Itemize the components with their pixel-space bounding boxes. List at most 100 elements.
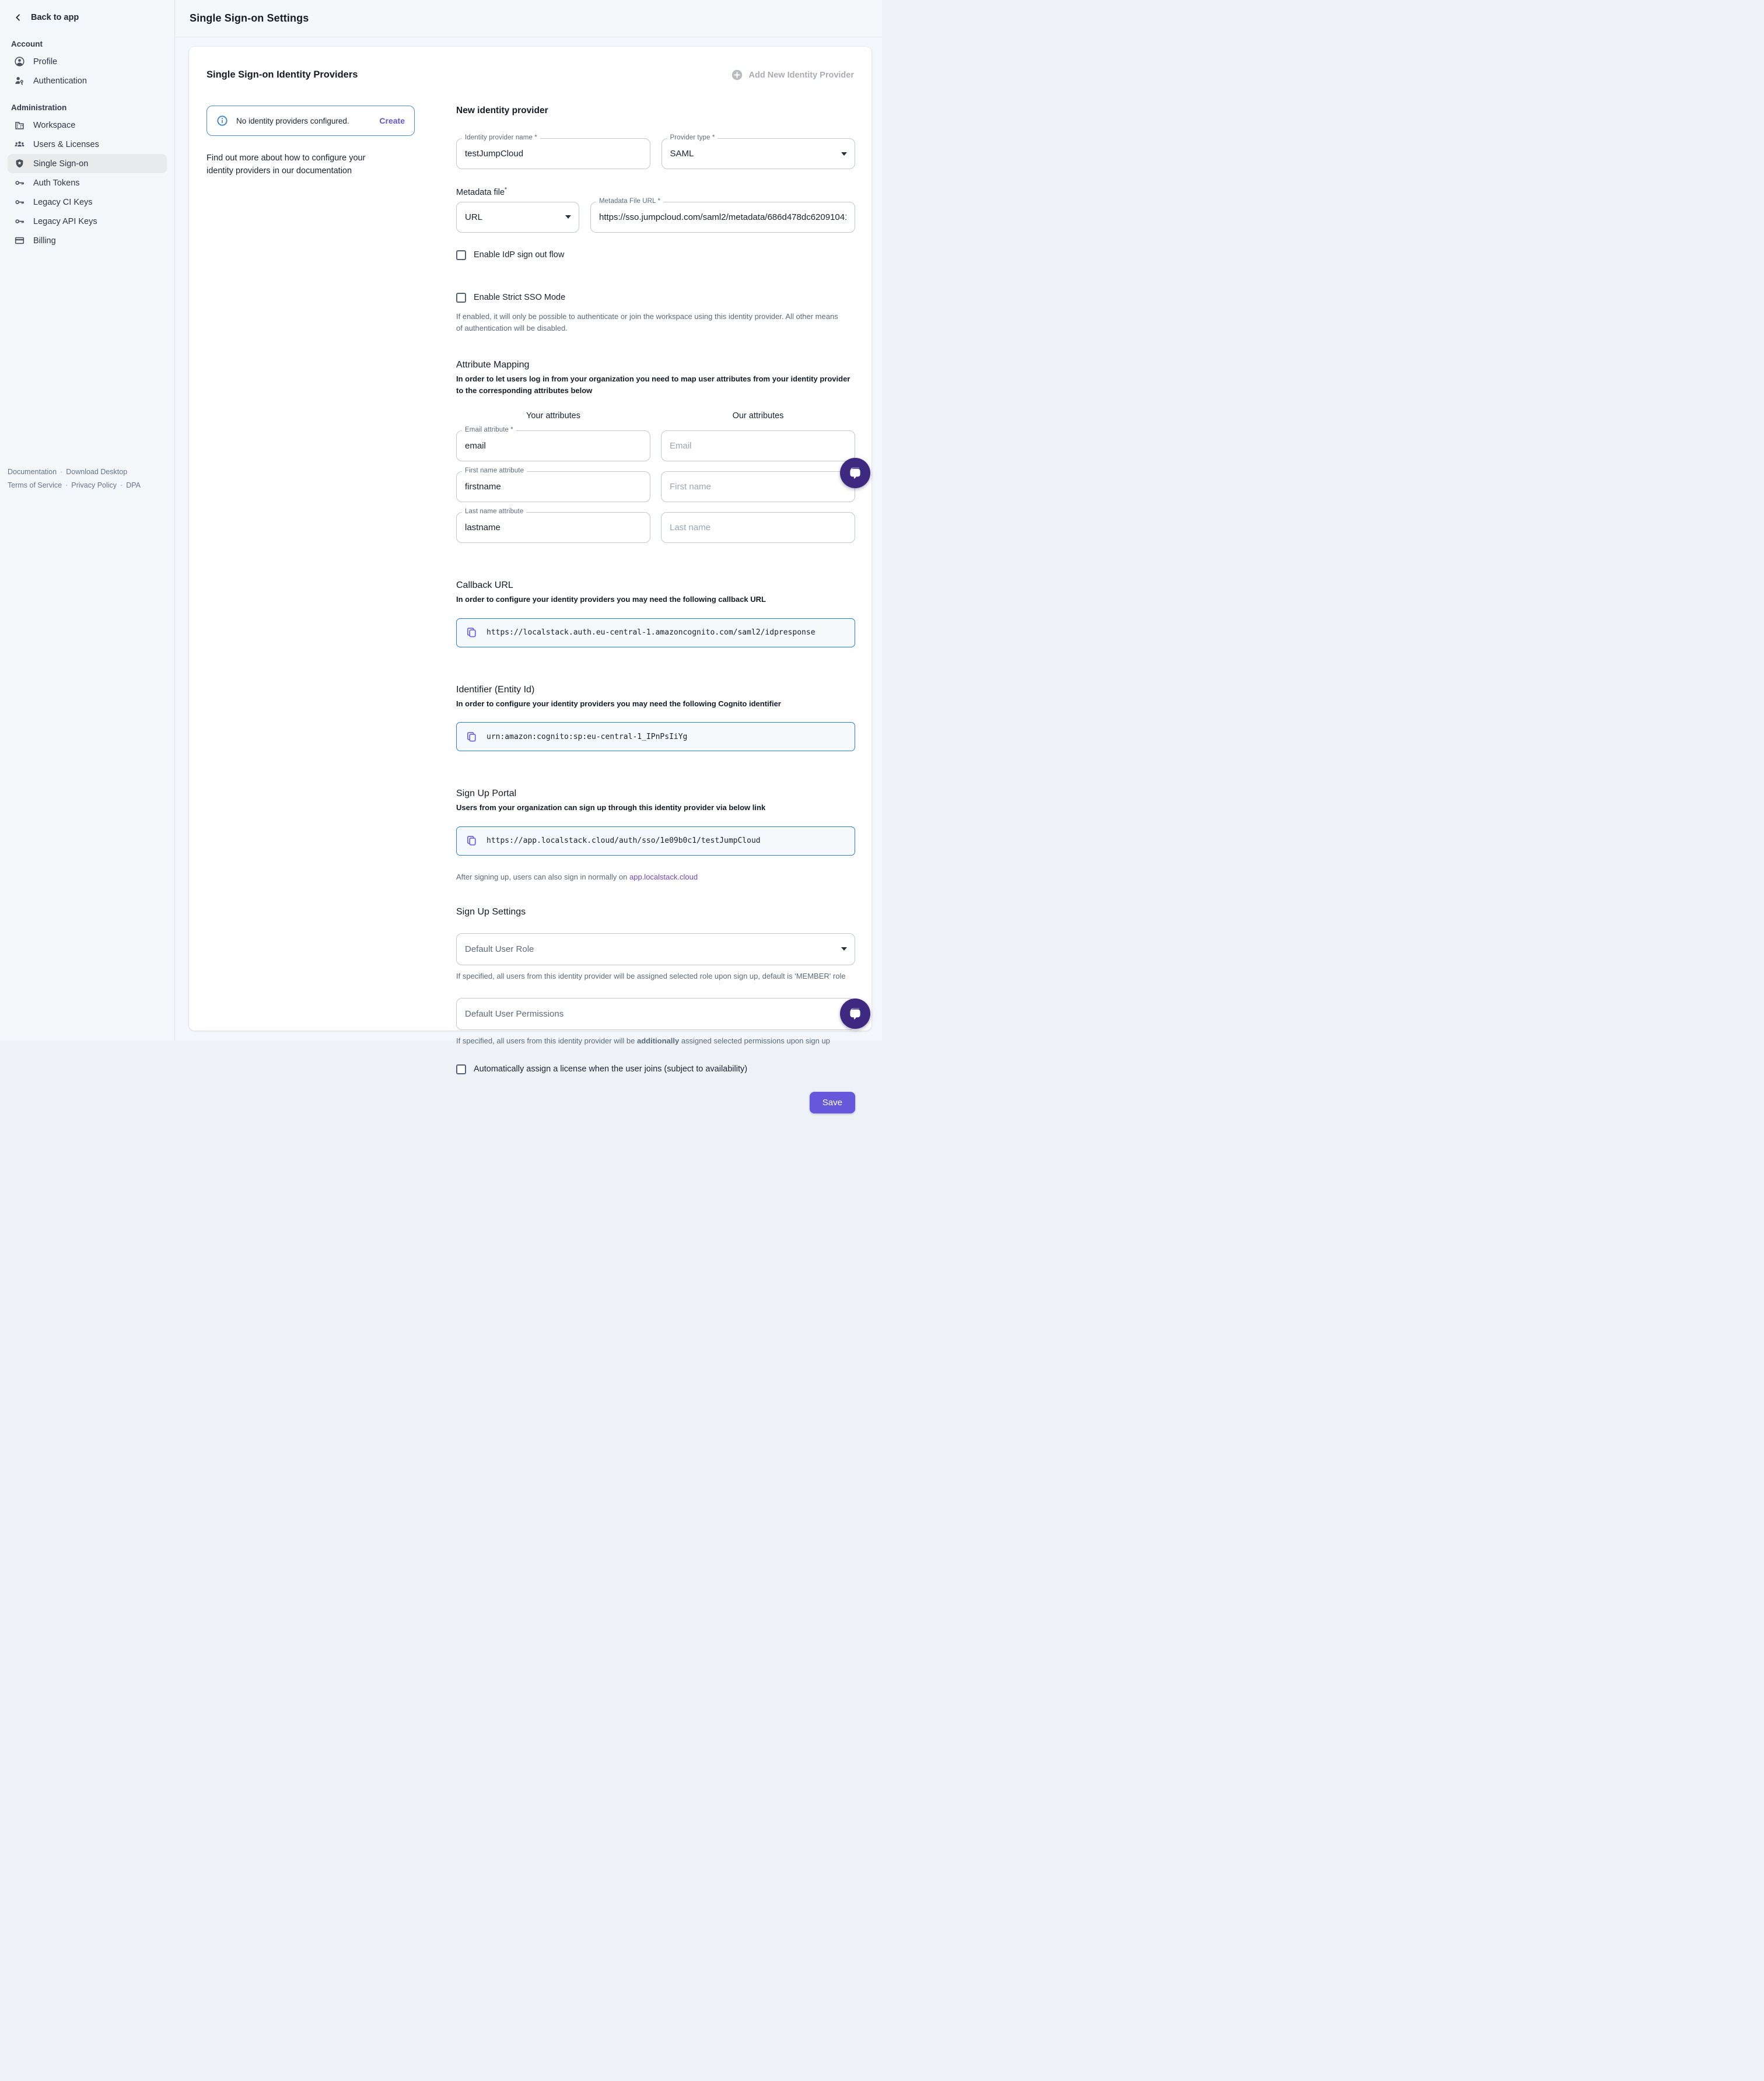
sidebar-item-users-licenses[interactable]: Users & Licenses [8,135,167,154]
sidebar-item-label: Authentication [33,76,87,86]
create-provider-link[interactable]: Create [379,116,405,125]
mapping-row-lastname: Last name attribute [456,512,855,543]
role-helper-text: If specified, all users from this identi… [456,971,855,982]
sidebar-item-authentication[interactable]: Authentication [8,71,167,90]
default-user-role-select[interactable]: Default User Role [456,933,855,965]
chevron-down-icon [565,215,571,219]
sidebar-item-legacy-ci-keys[interactable]: Legacy CI Keys [8,192,167,212]
lastname-target-field-wrap [661,512,855,543]
copy-icon[interactable] [466,731,478,743]
footer-link-privacy[interactable]: Privacy Policy [71,481,117,489]
footer-link-dpa[interactable]: DPA [126,481,141,489]
key-icon [14,197,25,208]
sidebar-item-auth-tokens[interactable]: Auth Tokens [8,173,167,192]
strict-sso-checkbox[interactable] [456,293,466,303]
back-to-app-label: Back to app [31,13,79,22]
sidebar-item-workspace[interactable]: Workspace [8,115,167,135]
metadata-url-field-wrap: Metadata File URL * [590,202,855,233]
signup-portal-heading: Sign Up Portal [456,789,855,799]
firstname-attribute-input[interactable] [465,482,642,492]
firstname-target-field-wrap [661,471,855,502]
chevron-down-icon [841,947,847,951]
strict-sso-label: Enable Strict SSO Mode [474,293,565,302]
copy-icon[interactable] [466,626,478,639]
shield-star-icon [14,158,25,169]
email-target-input[interactable] [670,441,846,451]
no-providers-alert: No identity providers configured. Create [206,106,415,136]
sidebar-item-label: Profile [33,57,57,66]
idp-signout-checkbox[interactable] [456,250,466,260]
alert-message: No identity providers configured. [236,117,349,125]
callback-url-value: https://localstack.auth.eu-central-1.ama… [487,628,816,637]
auto-license-checkbox[interactable] [456,1064,466,1074]
sidebar-item-label: Workspace [33,121,75,130]
lastname-attribute-label: Last name attribute [462,508,526,515]
default-user-permissions-select[interactable]: Default User Permissions [456,998,855,1030]
idp-signout-label: Enable IdP sign out flow [474,250,564,260]
copy-icon[interactable] [466,835,478,847]
metadata-source-select[interactable]: URL [456,202,579,233]
chat-widget-button[interactable] [840,999,870,1029]
back-to-app-button[interactable]: Back to app [8,8,167,27]
firstname-target-input[interactable] [670,482,846,492]
credit-card-icon [14,235,25,246]
chat-widget-button[interactable] [840,458,870,488]
lastname-target-input[interactable] [670,523,846,532]
add-identity-provider-button[interactable]: Add New Identity Provider [731,69,854,81]
save-button[interactable]: Save [810,1092,855,1113]
email-attribute-input[interactable] [465,441,642,451]
sidebar-item-legacy-api-keys[interactable]: Legacy API Keys [8,212,167,231]
provider-type-value: SAML [670,149,694,159]
callback-url-copy-box: https://localstack.auth.eu-central-1.ama… [456,618,855,647]
sidebar-section-account: Account [11,40,163,48]
sidebar-item-single-sign-on[interactable]: Single Sign-on [8,154,167,173]
mapping-row-firstname: First name attribute [456,471,855,502]
new-provider-form: New identity provider Identity provider … [456,106,855,1113]
strict-sso-helper: If enabled, it will only be possible to … [456,311,841,334]
key-icon [14,216,25,227]
sidebar-footer-links: Documentation Download Desktop Terms of S… [8,465,148,492]
providers-list-column: No identity providers configured. Create… [206,106,415,1113]
info-icon [216,115,228,127]
identifier-description: In order to configure your identity prov… [456,698,855,710]
app-localstack-link[interactable]: app.localstack.cloud [629,873,698,881]
idp-signout-checkbox-row[interactable]: Enable IdP sign out flow [456,250,855,260]
email-attribute-label: Email attribute * [462,426,516,433]
signup-settings-heading: Sign Up Settings [456,907,855,917]
default-user-permissions-placeholder: Default User Permissions [465,1009,564,1019]
auto-license-label: Automatically assign a license when the … [474,1064,747,1074]
metadata-url-input[interactable] [599,212,846,222]
sidebar-item-label: Auth Tokens [33,178,80,188]
main-content: Single Sign-on Settings Single Sign-on I… [176,0,882,1040]
sidebar-item-profile[interactable]: Profile [8,52,167,71]
signup-portal-description: Users from your organization can sign up… [456,802,855,814]
docs-hint-text: Find out more about how to configure you… [206,152,388,178]
footer-link-terms[interactable]: Terms of Service [8,481,62,489]
user-circle-icon [14,56,25,67]
metadata-source-value: URL [465,212,482,222]
plus-circle-icon [731,69,743,81]
firstname-attribute-label: First name attribute [462,467,527,474]
auto-license-checkbox-row[interactable]: Automatically assign a license when the … [456,1064,855,1074]
key-icon [14,177,25,188]
user-key-icon [14,75,25,86]
email-attribute-field-wrap: Email attribute * [456,430,650,461]
identity-provider-name-label: Identity provider name * [462,134,540,141]
sidebar-item-billing[interactable]: Billing [8,231,167,250]
footer-link-download-desktop[interactable]: Download Desktop [66,468,127,476]
lastname-attribute-input[interactable] [465,523,642,532]
attribute-mapping-description: In order to let users log in from your o… [456,373,853,396]
identifier-copy-box: urn:amazon:cognito:sp:eu-central-1_IPnPs… [456,722,855,751]
footer-link-documentation[interactable]: Documentation [8,468,57,476]
form-title: New identity provider [456,106,855,116]
strict-sso-checkbox-row[interactable]: Enable Strict SSO Mode [456,293,855,303]
page-header: Single Sign-on Settings [176,0,882,37]
permissions-helper-text: If specified, all users from this identi… [456,1035,855,1047]
sso-providers-card: Single Sign-on Identity Providers Add Ne… [189,47,872,1031]
our-attributes-column-header: Our attributes [661,411,855,421]
provider-type-label: Provider type * [667,134,718,141]
identifier-heading: Identifier (Entity Id) [456,685,855,695]
page-title: Single Sign-on Settings [190,12,309,24]
identity-provider-name-input[interactable] [465,149,642,159]
provider-type-select[interactable]: Provider type * SAML [662,138,856,169]
